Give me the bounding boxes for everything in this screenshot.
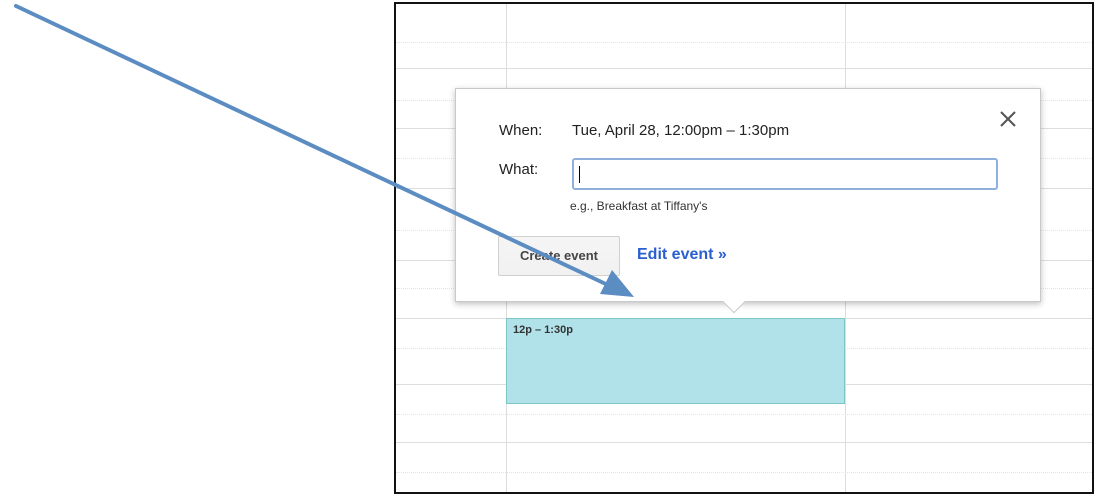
what-label: What: <box>499 161 539 178</box>
event-time-label: 12p – 1:30p <box>513 324 573 336</box>
new-event-block[interactable]: 12p – 1:30p <box>506 318 845 404</box>
what-hint: e.g., Breakfast at Tiffany's <box>570 199 708 213</box>
half-hour-line <box>396 472 1092 473</box>
when-value: Tue, April 28, 12:00pm – 1:30pm <box>572 122 790 139</box>
half-hour-line <box>396 414 1092 415</box>
hour-line <box>396 68 1092 69</box>
hour-line <box>396 442 1092 443</box>
close-icon[interactable] <box>996 107 1020 131</box>
quick-add-popup: When: Tue, April 28, 12:00pm – 1:30pm Wh… <box>455 88 1041 314</box>
close-icon-glyph <box>1000 111 1016 127</box>
create-event-button[interactable]: Create event <box>498 236 620 276</box>
half-hour-line <box>396 42 1092 43</box>
what-input[interactable] <box>572 158 998 190</box>
when-label: When: <box>499 122 543 139</box>
edit-event-link[interactable]: Edit event » <box>637 246 727 264</box>
text-caret <box>579 166 580 183</box>
